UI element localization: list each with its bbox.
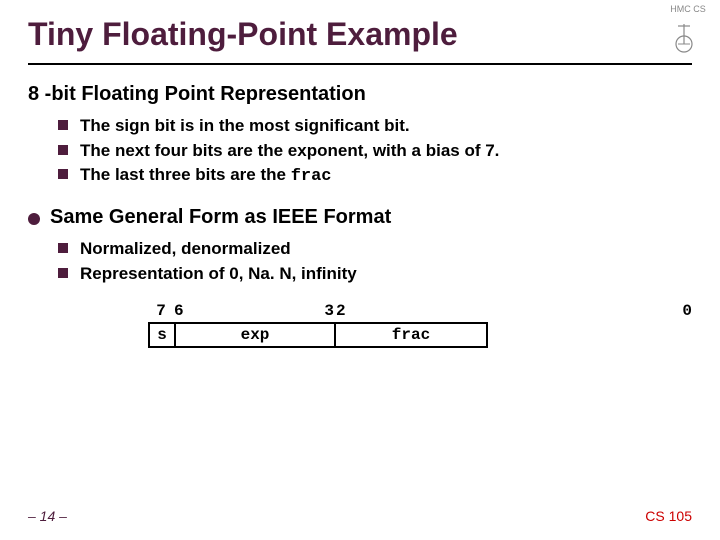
- bit-pos-2: 2: [336, 302, 350, 320]
- bit-pos-0: 0: [678, 302, 692, 320]
- list-item: The sign bit is in the most significant …: [58, 114, 692, 139]
- unicycle-icon: [664, 14, 704, 54]
- bit-boxes: s exp frac: [148, 322, 488, 348]
- footer: – 14 – CS 105: [28, 508, 692, 524]
- section1-heading: 8 -bit Floating Point Representation: [28, 83, 692, 106]
- bit-pos-6: 6: [174, 302, 188, 320]
- logo-text: HMC CS: [670, 4, 706, 14]
- section2-heading: Same General Form as IEEE Format: [50, 206, 391, 228]
- page-number: – 14 –: [28, 508, 67, 524]
- bit-pos-7: 7: [148, 302, 174, 320]
- bit-box-sign: s: [150, 324, 176, 346]
- bit-diagram: 7 6 3 2 0 s exp frac: [148, 302, 692, 348]
- section1-bullets: The sign bit is in the most significant …: [28, 114, 692, 190]
- section2-bullets: Normalized, denormalized Representation …: [28, 237, 692, 286]
- section2-bullet: Same General Form as IEEE Format: [28, 206, 692, 229]
- hmc-logo: HMC CS: [664, 4, 712, 60]
- frac-code: frac: [291, 167, 332, 186]
- list-item: Normalized, denormalized: [58, 237, 692, 262]
- bit-labels: 7 6 3 2 0: [148, 302, 692, 320]
- list-item: The last three bits are the frac: [58, 163, 692, 190]
- bit-box-frac: frac: [336, 324, 486, 346]
- list-text: The last three bits are the: [80, 165, 291, 184]
- slide-title: Tiny Floating-Point Example: [28, 16, 692, 53]
- list-item: The next four bits are the exponent, wit…: [58, 139, 692, 164]
- slide: HMC CS Tiny Floating-Point Example 8 -bi…: [0, 0, 720, 540]
- title-rule: [28, 63, 692, 65]
- course-label: CS 105: [645, 508, 692, 524]
- list-item: Representation of 0, Na. N, infinity: [58, 262, 692, 287]
- bit-pos-3: 3: [320, 302, 334, 320]
- bit-box-exp: exp: [176, 324, 336, 346]
